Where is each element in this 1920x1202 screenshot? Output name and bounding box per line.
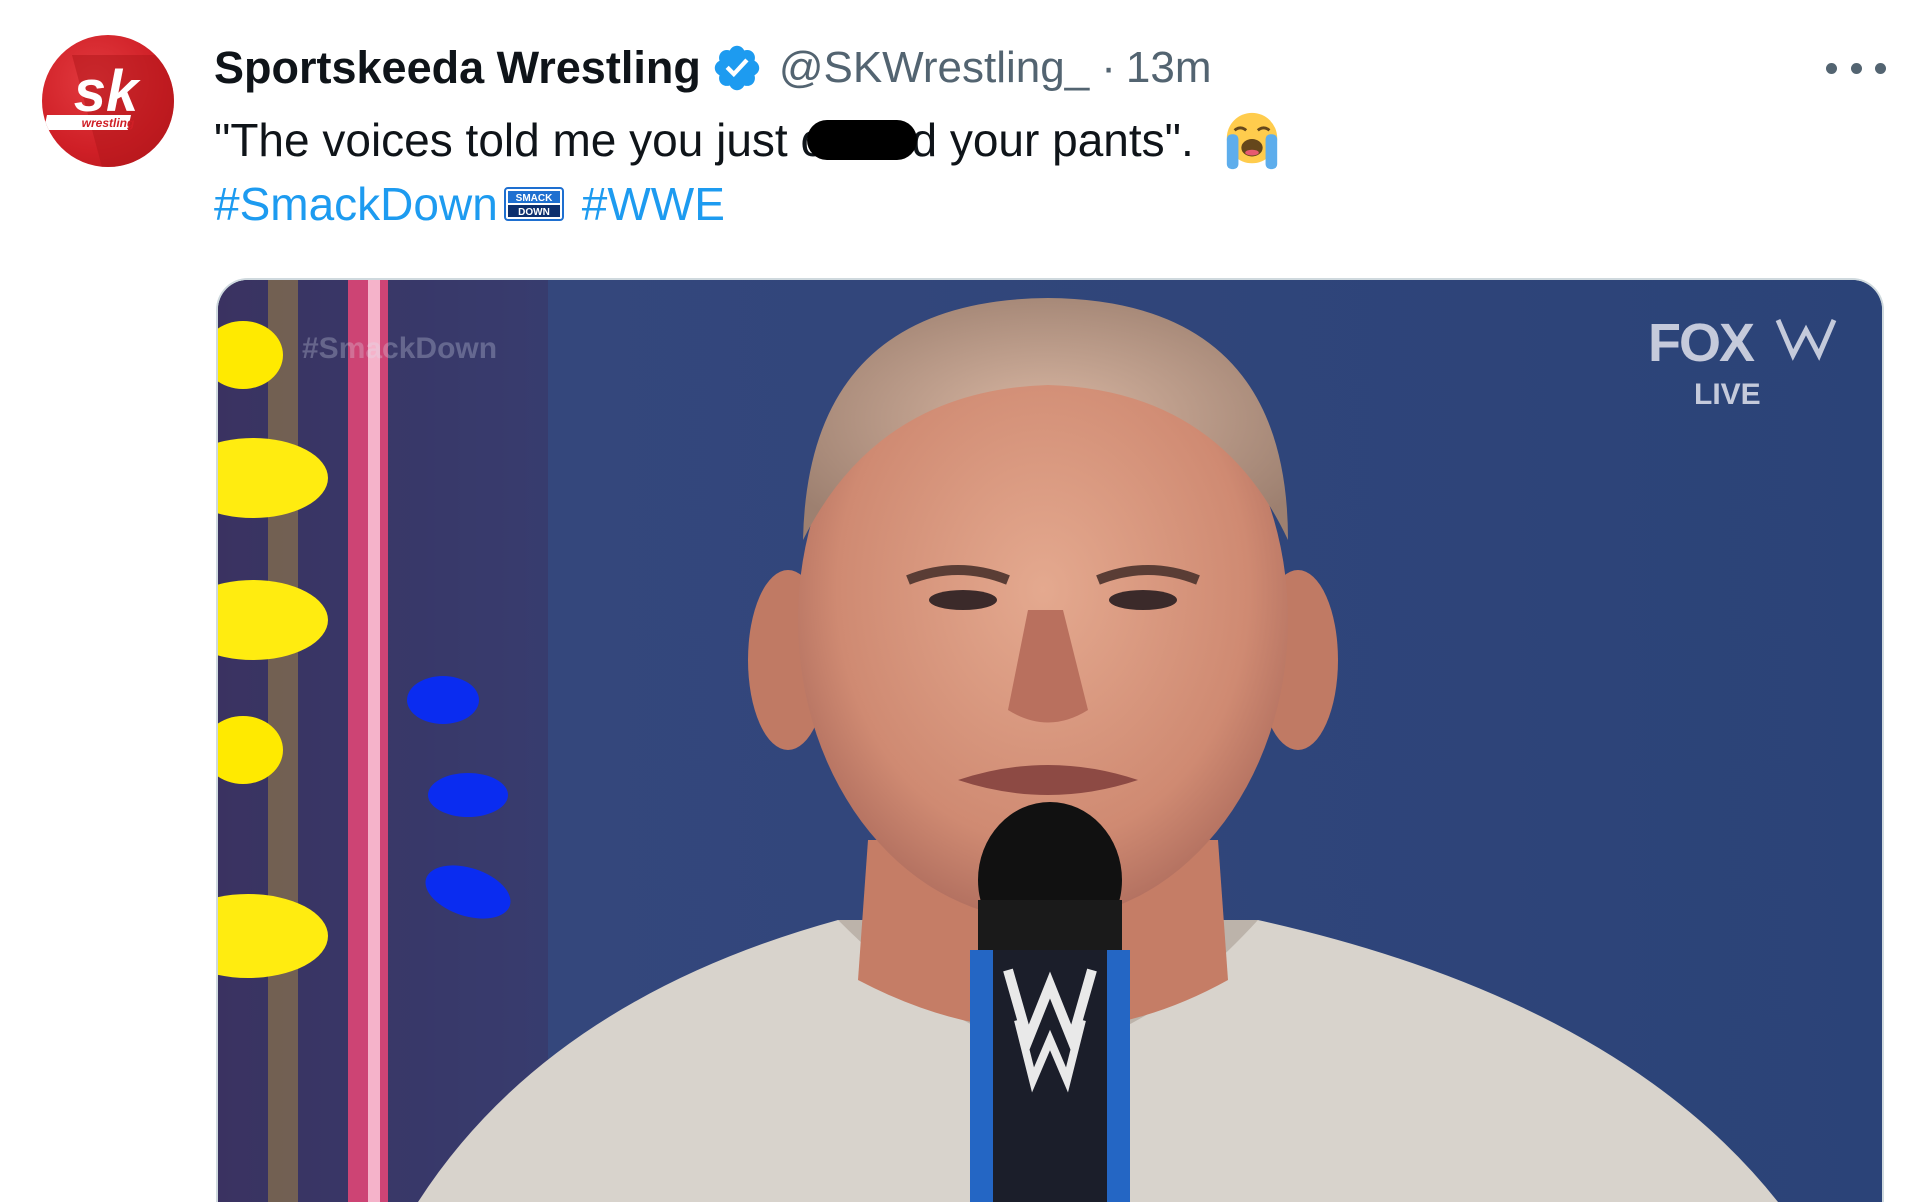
timestamp[interactable]: 13m [1126, 43, 1212, 93]
hashtags: #SmackDown SMACK DOWN #WWE [214, 172, 725, 236]
svg-text:SMACK: SMACK [515, 193, 552, 204]
more-options-icon[interactable] [1826, 48, 1886, 88]
censor-mark [807, 119, 918, 160]
tweet-media-image[interactable]: #SmackDown FOX LIVE [216, 278, 1884, 1202]
tweet-header: Sportskeeda Wrestling @SKWrestling_ · 13… [214, 38, 1211, 98]
fox-logo: FOX [1648, 313, 1755, 373]
separator: · [1101, 43, 1116, 92]
tweet-text-end: d your pants". [911, 114, 1194, 166]
display-name[interactable]: Sportskeeda Wrestling [214, 42, 701, 94]
handle[interactable]: @SKWrestling_ [779, 43, 1089, 93]
hashtag-smackdown[interactable]: #SmackDown [214, 172, 498, 236]
wrestler-photo [218, 280, 1882, 1202]
svg-text:wrestling: wrestling [82, 116, 135, 130]
loudly-crying-face-emoji-icon [1226, 112, 1277, 169]
avatar[interactable]: sk wrestling [42, 35, 174, 167]
verified-badge-icon[interactable] [711, 42, 763, 94]
hashtag-wwe[interactable]: #WWE [582, 172, 725, 236]
tweet-text: "The voices told me you just c d your pan… [214, 108, 1283, 175]
live-label: LIVE [1694, 378, 1761, 411]
smackdown-watermark: #SmackDown [302, 332, 498, 365]
smackdown-hashflag-icon: SMACK DOWN [503, 187, 564, 221]
sportskeeda-logo-icon: sk wrestling [43, 55, 174, 167]
tweet[interactable]: sk wrestling Sportskeeda Wrestling @SKWr… [0, 0, 1920, 1202]
svg-text:sk: sk [74, 59, 141, 124]
tweet-text-start: "The voices told me you just c [214, 114, 824, 166]
svg-text:DOWN: DOWN [518, 207, 550, 218]
